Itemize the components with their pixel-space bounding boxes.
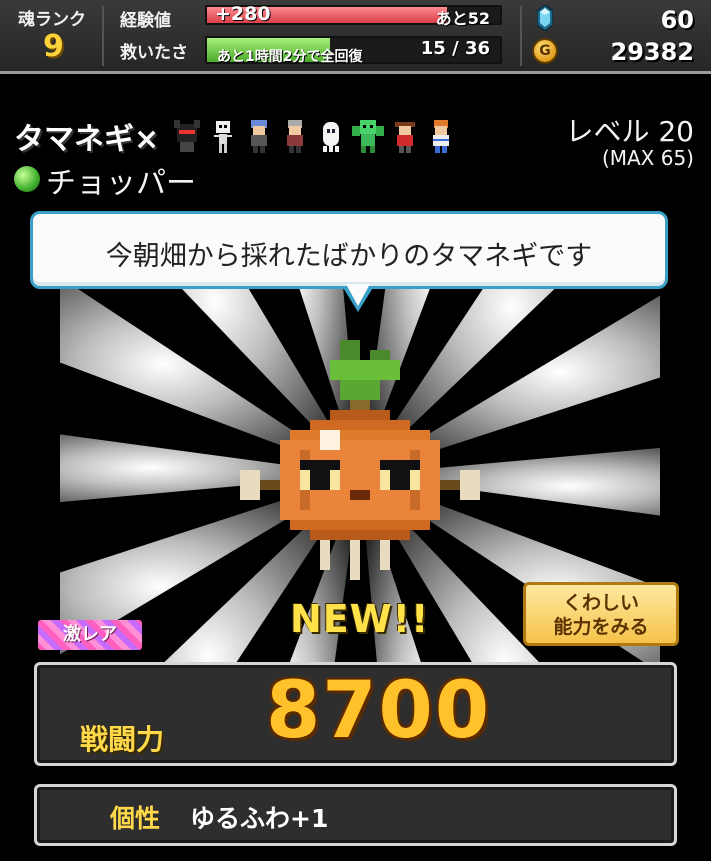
exp-label: 経験値 xyxy=(120,11,171,31)
gold-count: 29382 xyxy=(610,38,695,66)
battle-power-value: 8700 xyxy=(266,666,492,756)
gray-hair-fighter-sprite-icon xyxy=(287,120,303,153)
view-details-button-line2: 能力をみる xyxy=(553,616,649,638)
character-level: レベル 20 xyxy=(565,115,694,148)
hp-bar: あと1時間2分で全回復 15 / 36 xyxy=(205,36,502,65)
exp-bar: +280 あと52 xyxy=(205,3,502,28)
exp-gain: +280 xyxy=(215,3,271,25)
rarity-badge: 激レア xyxy=(38,620,142,650)
demon-mask-sprite-icon xyxy=(174,120,200,152)
red-hat-adventurer-sprite-icon xyxy=(395,122,415,153)
hp-label: 救いたさ xyxy=(120,43,188,63)
divider xyxy=(102,6,104,66)
view-details-button[interactable]: くわしい 能力をみる xyxy=(523,582,679,646)
soul-rank-label: 魂ランク xyxy=(18,10,86,30)
hp-recover-time: あと1時間2分で全回復 xyxy=(217,49,363,65)
exp-remaining: あと52 xyxy=(435,9,490,28)
divider xyxy=(520,6,522,66)
character-level-max: (MAX 65) xyxy=(601,146,694,170)
speech-bubble: 今朝畑から採れたばかりのタマネギです xyxy=(30,211,668,289)
trait-label: 個性 xyxy=(110,804,161,833)
trait-value: ゆるふわ+1 xyxy=(190,804,329,833)
orange-hair-kid-sprite-icon xyxy=(433,120,449,153)
speech-text: 今朝畑から採れたばかりのタマネギです xyxy=(105,241,593,272)
hp-value: 15 / 36 xyxy=(420,38,490,59)
blue-hair-warrior-sprite-icon xyxy=(251,120,267,153)
new-tag: NEW!! xyxy=(290,597,430,641)
character-job: チョッパー xyxy=(46,166,196,201)
green-dragon-sprite-icon xyxy=(352,120,384,153)
skeleton-sprite-icon xyxy=(214,121,232,153)
view-details-button-line1: くわしい xyxy=(562,592,639,614)
ghost-sprite-icon xyxy=(323,122,339,152)
soul-rank-value: 9 xyxy=(43,29,64,64)
status-bar: 魂ランク 9 経験値 +280 あと52 救いたさ あと1時間2分で全回復 15… xyxy=(0,0,711,74)
battle-power-label: 戦闘力 xyxy=(80,723,165,756)
gem-icon xyxy=(537,5,553,31)
gold-coin-icon: G xyxy=(532,38,558,64)
character-name: タマネギ× xyxy=(14,122,160,157)
speech-bubble-tail-fill xyxy=(346,284,370,306)
job-element-orb-icon xyxy=(14,166,40,192)
onion-character-sprite xyxy=(240,340,480,580)
party-sprites xyxy=(168,116,458,156)
gem-count: 60 xyxy=(660,6,694,34)
